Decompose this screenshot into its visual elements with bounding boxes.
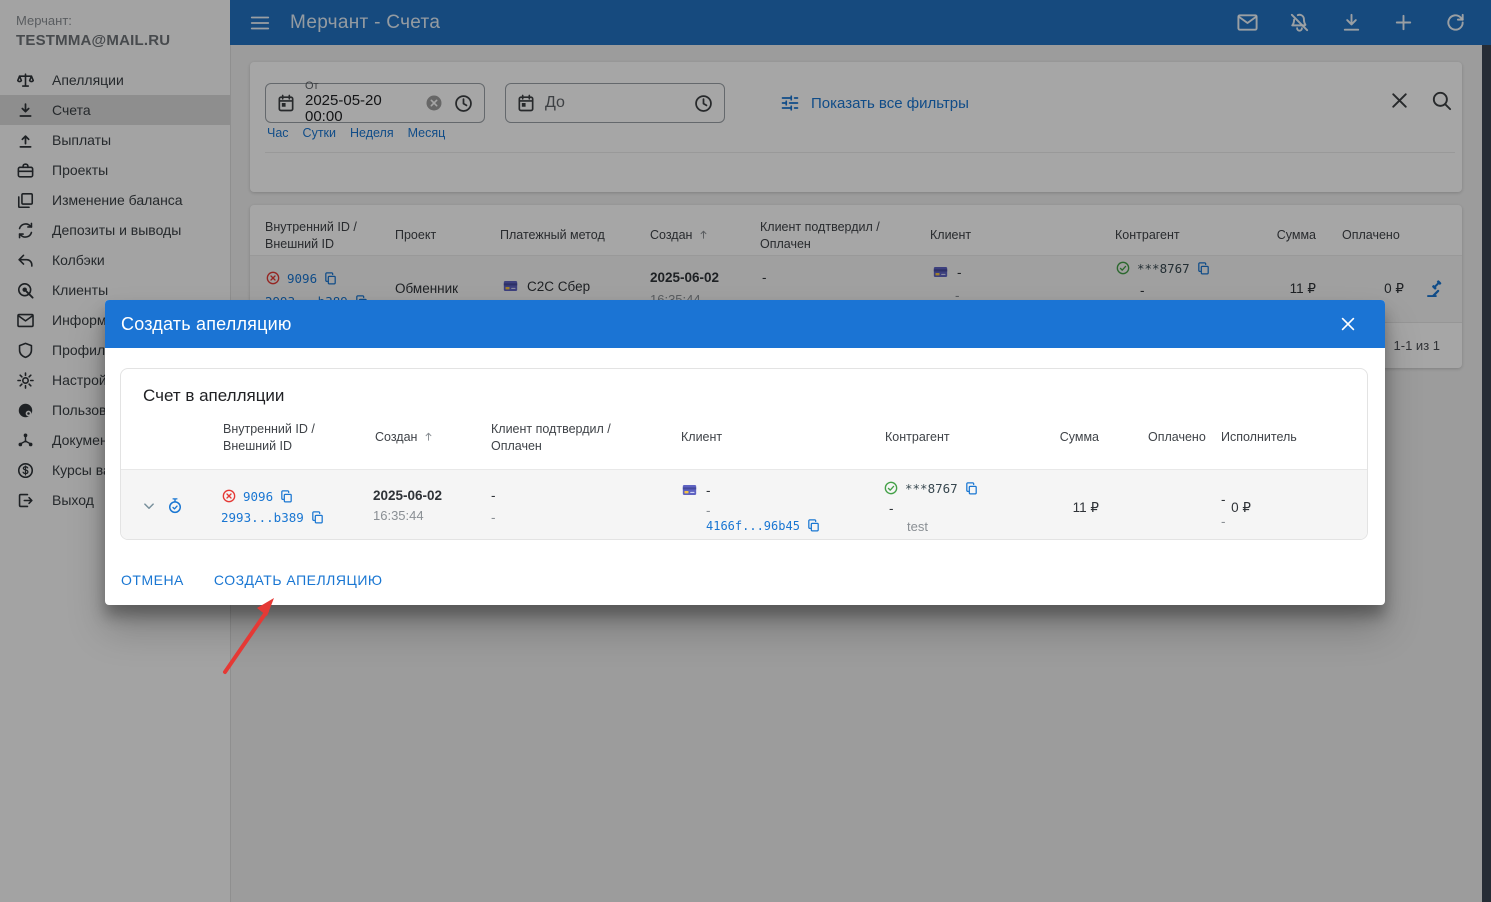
- sort-up-icon: [422, 430, 435, 443]
- create-appeal-button[interactable]: СОЗДАТЬ АПЕЛЛЯЦИЮ: [214, 572, 383, 588]
- modal-title: Создать апелляцию: [121, 314, 292, 335]
- modal-column-created[interactable]: Создан: [375, 429, 435, 446]
- counterparty-sub: -: [889, 501, 894, 516]
- invoice-id-cell: 9096: [221, 488, 294, 504]
- cancel-button[interactable]: ОТМЕНА: [121, 572, 184, 588]
- modal-column-id: Внутренний ID /Внешний ID: [223, 421, 315, 455]
- external-id-cell: 2993...b389: [221, 510, 325, 525]
- modal-column-confirmed: Клиент подтвердил /Оплачен: [491, 421, 611, 455]
- external-id: 2993...b389: [221, 510, 304, 525]
- paid-cell: 0 ₽: [1181, 500, 1251, 516]
- check-circle-icon: [883, 480, 899, 496]
- scrollbar[interactable]: [1482, 45, 1491, 902]
- confirmed-cell: -: [491, 488, 496, 503]
- modal-table-row[interactable]: 9096 2993...b389 2025-06-02 16:35:44 - -…: [121, 469, 1367, 540]
- paid-status-cell: -: [491, 510, 496, 525]
- close-icon[interactable]: [1338, 314, 1358, 334]
- copy-icon[interactable]: [310, 510, 325, 525]
- client-cell: -: [679, 482, 711, 498]
- modal-header: Создать апелляцию: [105, 300, 1385, 348]
- appeal-invoice-card: Счет в апелляции Внутренний ID /Внешний …: [120, 368, 1368, 540]
- copy-icon[interactable]: [806, 518, 821, 533]
- timer-icon: [166, 497, 184, 515]
- client-sub: -: [706, 503, 711, 518]
- modal-column-amount: Сумма: [1039, 429, 1099, 446]
- chevron-down-icon[interactable]: [140, 497, 158, 515]
- amount-cell: 11 ₽: [1029, 500, 1099, 516]
- created-time: 16:35:44: [373, 508, 424, 523]
- section-title: Счет в апелляции: [143, 386, 284, 406]
- created-date: 2025-06-02: [373, 488, 442, 503]
- counterparty-cell: ***8767: [883, 480, 979, 496]
- copy-icon[interactable]: [964, 481, 979, 496]
- modal-column-client: Клиент: [681, 429, 722, 446]
- card-icon: [679, 482, 700, 498]
- copy-icon[interactable]: [279, 489, 294, 504]
- modal-column-executor: Исполнитель: [1221, 429, 1297, 446]
- modal-column-paid: Оплачено: [1148, 429, 1206, 446]
- annotation-arrow: [215, 593, 285, 679]
- executor-sub: -: [1221, 514, 1226, 529]
- counterparty-name: test: [907, 519, 928, 534]
- modal-footer: ОТМЕНА СОЗДАТЬ АПЕЛЛЯЦИЮ: [105, 568, 383, 592]
- internal-id: 9096: [243, 489, 273, 504]
- executor-cell: -: [1221, 492, 1226, 507]
- create-appeal-modal: Создать апелляцию Счет в апелляции Внутр…: [105, 300, 1385, 605]
- client-id-cell: 4166f...96b45: [706, 518, 821, 533]
- modal-column-counterparty: Контрагент: [885, 429, 950, 446]
- cancel-status-icon: [221, 488, 237, 504]
